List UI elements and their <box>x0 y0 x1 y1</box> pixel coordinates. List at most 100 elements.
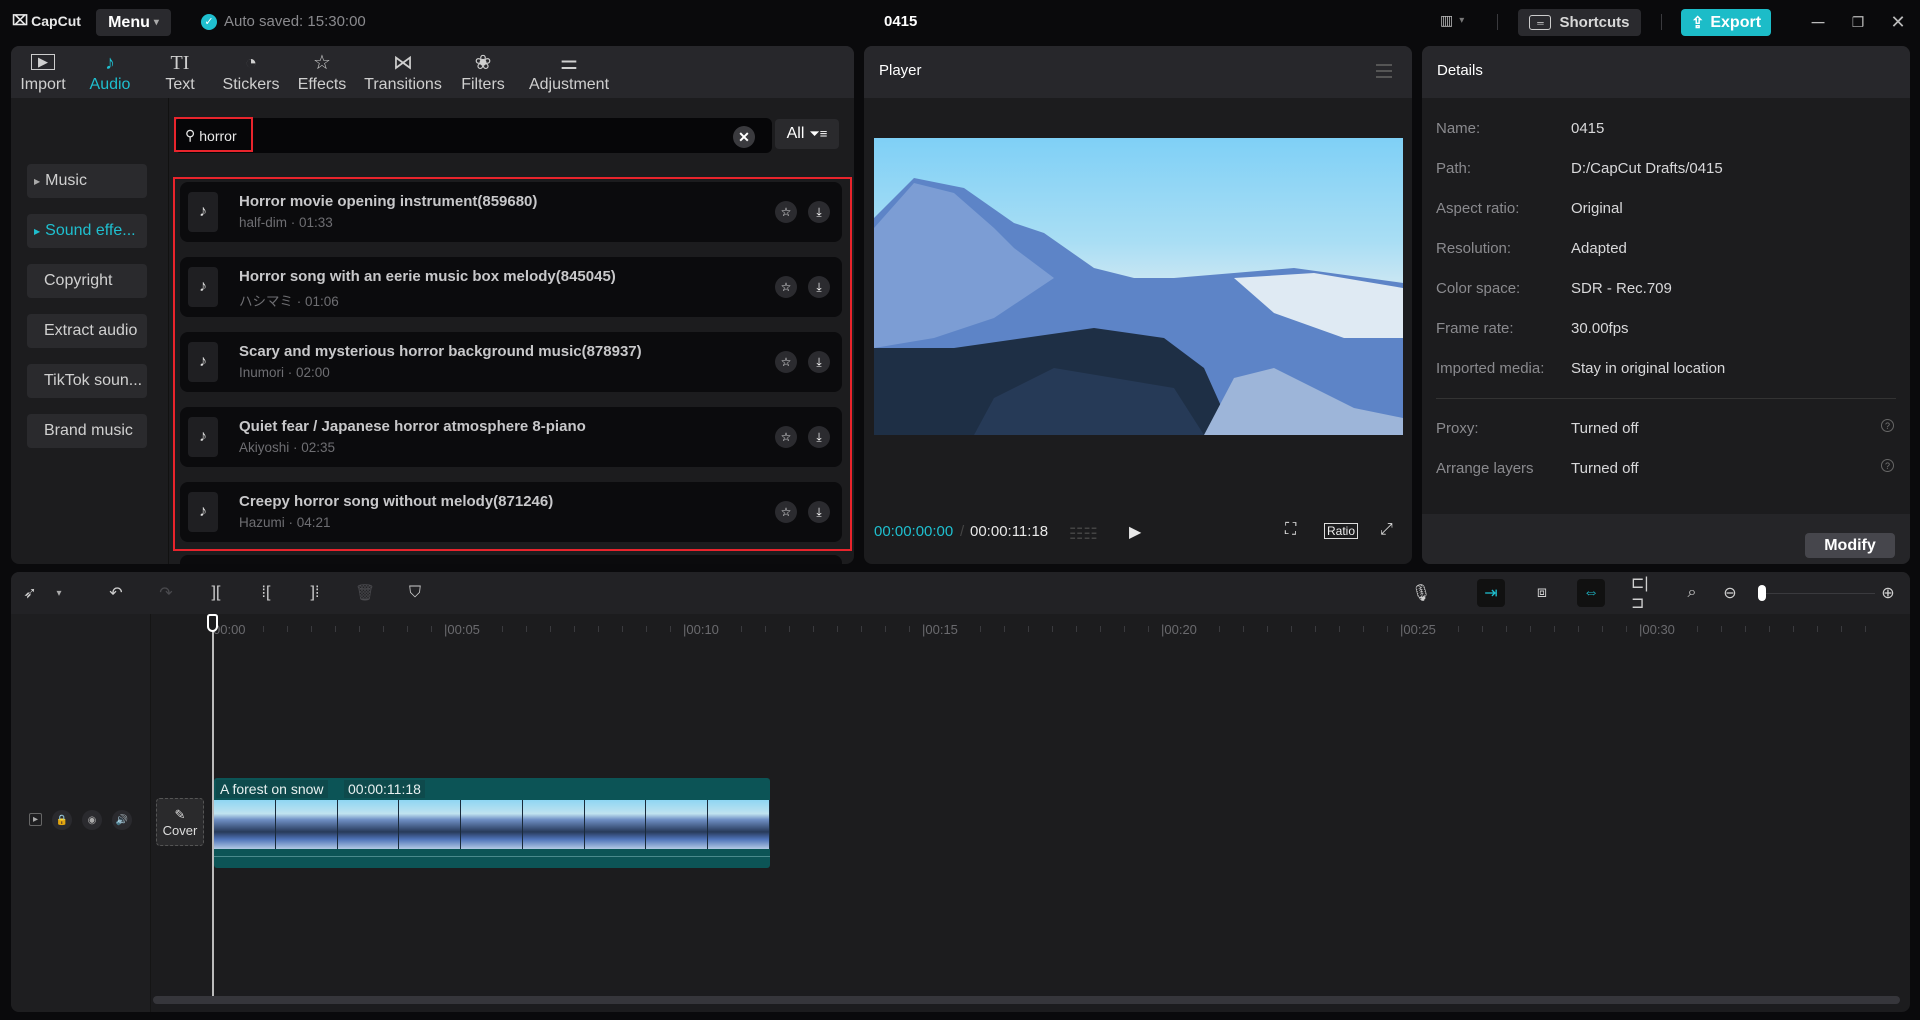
tab-adjustment[interactable]: ⚌ Adjustment <box>517 46 621 98</box>
help-icon[interactable]: ? <box>1881 459 1894 472</box>
ruler-tick <box>1004 626 1005 632</box>
delete-button[interactable]: 🗑 <box>354 582 376 604</box>
maximize-button[interactable]: ❐ <box>1846 10 1870 34</box>
ruler-tick <box>407 626 408 632</box>
trash-icon: 🗑 <box>354 585 376 602</box>
favorite-button[interactable]: ☆ <box>775 426 797 448</box>
main-track-magnet-button[interactable]: ⇥ <box>1477 579 1505 607</box>
ruler-tick <box>431 626 432 632</box>
favorite-button[interactable]: ☆ <box>775 276 797 298</box>
shortcuts-button[interactable]: ═ Shortcuts <box>1518 9 1641 36</box>
tab-filters[interactable]: ❀ Filters <box>449 46 517 98</box>
minimize-icon: ─ <box>1811 11 1825 32</box>
download-button[interactable]: ⤓ <box>808 426 830 448</box>
menu-button[interactable]: Menu ▾ <box>96 9 171 36</box>
ruler-tick <box>1267 626 1268 632</box>
ruler-label: |00:05 <box>444 622 480 637</box>
ruler-label: |00:20 <box>1161 622 1197 637</box>
tab-transitions[interactable]: ⋈ Transitions <box>357 46 449 98</box>
favorite-button[interactable]: ☆ <box>775 351 797 373</box>
category-music[interactable]: ▶ Music <box>27 164 147 198</box>
fullscreen-button[interactable]: ⤢ <box>1380 521 1393 539</box>
split-icon: ][ <box>211 584 221 601</box>
divider <box>1497 14 1498 30</box>
category-extract-audio[interactable]: Extract audio <box>27 314 147 348</box>
ruler-tick <box>1626 626 1627 632</box>
split-button[interactable]: ][ <box>205 582 227 604</box>
linkage-button[interactable]: ⇔ <box>1577 579 1605 607</box>
search-query[interactable]: ⚲ horror <box>185 127 237 144</box>
ruler-label: |00:15 <box>922 622 958 637</box>
tab-audio[interactable]: ♪ Audio <box>75 46 145 98</box>
select-mode-dropdown[interactable]: ▾ <box>48 582 70 604</box>
help-icon[interactable]: ? <box>1881 419 1894 432</box>
ratio-button[interactable]: Ratio <box>1324 523 1359 539</box>
minimize-button[interactable]: ─ <box>1806 10 1830 34</box>
timeline-toolbar: ➶ ▾ ↶ ↷ ][ ⁞[ ]⁞ 🗑 ⛉ 🎙 ⇥ ⧈ ⇔ ⊏|⊐ ⌕ ⊖ ⊕ <box>11 572 1910 614</box>
video-clip[interactable]: A forest on snow 00:00:11:18 <box>214 778 770 868</box>
clear-search-button[interactable]: ✕ <box>733 126 755 148</box>
sound-result-item[interactable]: ♪ Quiet fear / Japanese horror atmospher… <box>180 407 842 467</box>
sound-result-item[interactable]: ♪ Horror song with an eerie music box me… <box>180 257 842 317</box>
preview-axis-button[interactable]: ⊏|⊐ <box>1631 575 1653 612</box>
horizontal-scrollbar[interactable] <box>153 996 1900 1004</box>
zoom-slider-handle[interactable] <box>1758 585 1766 601</box>
zoom-in-icon: ⊕ <box>1881 585 1895 602</box>
undo-icon: ↶ <box>109 585 123 602</box>
eye-icon[interactable]: ◉ <box>82 810 102 830</box>
detail-value: D:/CapCut Drafts/0415 <box>1571 160 1723 177</box>
redo-icon: ↷ <box>159 585 173 602</box>
lock-icon[interactable]: 🔒 <box>52 810 72 830</box>
search-input[interactable] <box>175 118 772 153</box>
sound-result-item[interactable]: ♪ Creepy horror song without melody(8712… <box>180 482 842 542</box>
download-button[interactable]: ⤓ <box>808 276 830 298</box>
tab-stickers[interactable]: ◔ Stickers <box>215 46 287 98</box>
tab-effects[interactable]: ☆ Effects <box>287 46 357 98</box>
link-icon: ⇔ <box>1583 584 1599 601</box>
category-sound-effects[interactable]: ▶ Sound effe... <box>27 214 147 248</box>
zoom-slider-track[interactable] <box>1765 593 1875 594</box>
waveform-toggle-icon[interactable]: ☷☷ <box>1069 524 1098 544</box>
playhead-line[interactable] <box>212 626 214 1004</box>
zoom-to-fit-button[interactable]: ⌕ <box>1681 582 1703 604</box>
undo-button[interactable]: ↶ <box>105 582 127 604</box>
zoom-preview-button[interactable]: ⛶ <box>1285 521 1296 539</box>
player-menu-icon[interactable] <box>1376 64 1392 78</box>
select-tool-button[interactable]: ➶ <box>19 582 41 604</box>
category-copyright[interactable]: Copyright <box>27 264 147 298</box>
ruler-label: |00:10 <box>683 622 719 637</box>
download-button[interactable]: ⤓ <box>808 351 830 373</box>
layout-button[interactable]: ▥ ▾ <box>1440 12 1464 29</box>
detail-label: Name: <box>1436 120 1481 137</box>
trim-left-button[interactable]: ⁞[ <box>255 582 277 604</box>
zoom-out-button[interactable]: ⊖ <box>1719 582 1741 604</box>
category-tiktok-sounds[interactable]: TikTok soun... <box>27 364 147 398</box>
modify-button[interactable]: Modify <box>1805 533 1895 558</box>
category-brand-music[interactable]: Brand music <box>27 414 147 448</box>
download-button[interactable]: ⤓ <box>808 501 830 523</box>
play-button[interactable]: ▶ <box>1129 522 1141 542</box>
marker-button[interactable]: ⛉ <box>404 582 426 604</box>
sound-result-item[interactable]: ♪ Scary and mysterious horror background… <box>180 332 842 392</box>
volume-icon[interactable]: 🔊 <box>112 810 132 830</box>
cover-button[interactable]: ✎ Cover <box>156 798 204 846</box>
timeline-ruler[interactable]: 00:00 |00:05 |00:10 |00:15 |00:20 |00:25 |00:3… <box>151 614 1910 644</box>
auto-snap-button[interactable]: ⧈ <box>1531 582 1553 604</box>
clip-frame <box>214 800 276 849</box>
tab-import[interactable]: ▶ Import <box>11 46 75 98</box>
export-button[interactable]: ⇪ Export <box>1681 9 1771 36</box>
download-button[interactable]: ⤓ <box>808 201 830 223</box>
favorite-button[interactable]: ☆ <box>775 501 797 523</box>
close-window-button[interactable]: ✕ <box>1886 10 1910 34</box>
sound-result-item[interactable]: ♪ Horror movie opening instrument(859680… <box>180 182 842 242</box>
zoom-in-button[interactable]: ⊕ <box>1877 582 1899 604</box>
playhead-handle[interactable] <box>207 614 218 632</box>
tab-text[interactable]: TI Text <box>145 46 215 98</box>
sound-result-item-partial <box>180 555 842 564</box>
timeline-panel: ➶ ▾ ↶ ↷ ][ ⁞[ ]⁞ 🗑 ⛉ 🎙 ⇥ ⧈ ⇔ ⊏|⊐ ⌕ ⊖ ⊕ 0… <box>11 572 1910 1012</box>
record-audio-button[interactable]: 🎙 <box>1410 582 1432 604</box>
redo-button[interactable]: ↷ <box>155 582 177 604</box>
filter-button[interactable]: All ⏷≡ <box>775 119 839 149</box>
trim-right-button[interactable]: ]⁞ <box>304 582 326 604</box>
favorite-button[interactable]: ☆ <box>775 201 797 223</box>
